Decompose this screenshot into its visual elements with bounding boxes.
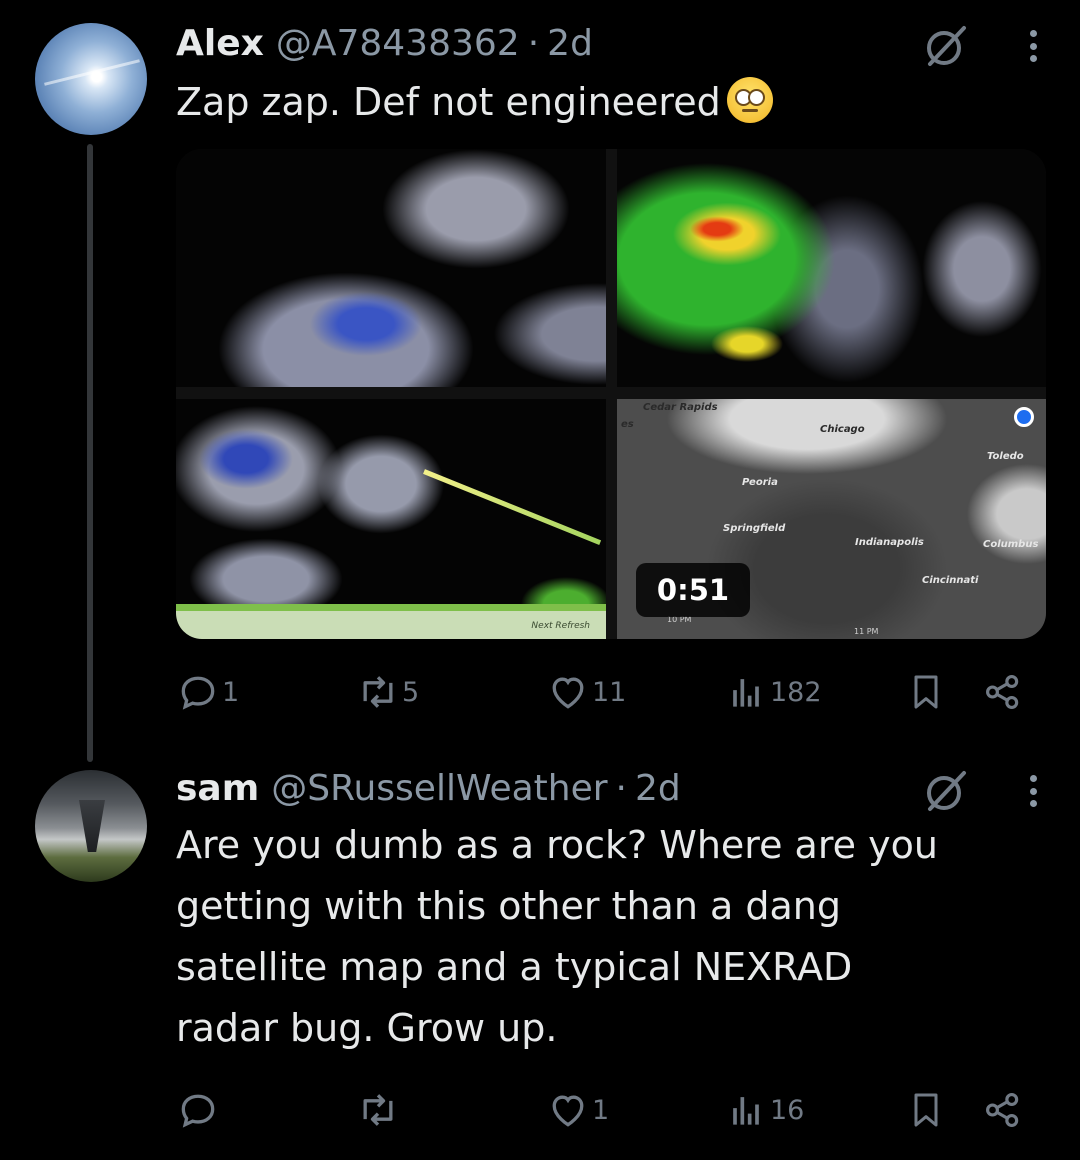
like-button[interactable]: 11: [546, 662, 626, 722]
heart-icon: [552, 677, 584, 709]
location-dot-icon: [1014, 407, 1034, 427]
bookmark-button[interactable]: [906, 662, 946, 722]
post-text-line: Are you dumb as a rock? Where are you: [176, 823, 938, 867]
reply-count: 1: [222, 676, 240, 708]
action-bar: 1 16: [176, 1080, 1036, 1140]
views-button[interactable]: 182: [724, 662, 822, 722]
heart-icon: [552, 1095, 584, 1127]
bookmark-icon: [914, 1093, 938, 1127]
map-label: Indianapolis: [855, 537, 924, 548]
view-count: 16: [770, 1094, 805, 1126]
like-count: 11: [592, 676, 627, 708]
post-header: sam @SRussellWeather · 2d: [176, 763, 1050, 813]
map-label: Columbus: [983, 539, 1039, 550]
rolling-eyes-emoji-icon: [726, 77, 773, 123]
reply-icon: [181, 676, 215, 710]
post: Alex @A78438362 · 2d Zap zap. Def not en…: [176, 18, 1050, 133]
views-icon: [733, 679, 759, 707]
thread-connector: [87, 144, 93, 762]
post: sam @SRussellWeather · 2d Are you dumb a…: [176, 763, 1050, 1059]
more-options-icon[interactable]: [1026, 771, 1040, 811]
bookmark-button[interactable]: [906, 1080, 946, 1140]
avatar[interactable]: [35, 23, 147, 135]
time-label: 11 PM: [854, 627, 879, 636]
repost-count: 5: [402, 676, 420, 708]
repost-icon: [363, 676, 393, 708]
media-grid: Next Refresh es Cedar Rapids Chicago Tol…: [176, 149, 1046, 639]
reply-button[interactable]: [176, 1080, 222, 1140]
post-header: Alex @A78438362 · 2d: [176, 18, 1050, 68]
post-text-line: getting with this other than a dang: [176, 884, 841, 928]
post-text: Zap zap. Def not engineered: [176, 72, 1050, 133]
separator: ·: [527, 22, 540, 64]
author-name[interactable]: Alex: [176, 23, 264, 64]
map-label: Peoria: [742, 477, 778, 488]
post-text-line: satellite map and a typical NEXRAD: [176, 945, 853, 989]
post-text: Are you dumb as a rock? Where are you ge…: [176, 815, 1050, 1059]
video-duration-badge: 0:51: [636, 563, 750, 617]
map-label: Springfield: [723, 523, 786, 534]
author-handle[interactable]: @SRussellWeather: [271, 768, 607, 809]
avatar[interactable]: [35, 770, 147, 882]
share-button[interactable]: [982, 662, 1024, 722]
grok-icon[interactable]: [922, 22, 970, 70]
media-image-2[interactable]: [617, 149, 1046, 387]
map-label: Toledo: [987, 451, 1024, 462]
radar-caption: Next Refresh: [531, 621, 590, 631]
views-button[interactable]: 16: [724, 1080, 804, 1140]
repost-icon: [363, 1094, 393, 1126]
map-label: Cedar Rapids: [643, 402, 718, 413]
reply-icon: [181, 1094, 215, 1128]
share-icon: [986, 1093, 1019, 1127]
separator: ·: [615, 767, 627, 809]
media-image-1[interactable]: [176, 149, 606, 387]
author-handle[interactable]: @A78438362: [276, 23, 520, 64]
like-count: 1: [592, 1094, 610, 1126]
map-label: Chicago: [820, 424, 865, 435]
repost-button[interactable]: [356, 1080, 402, 1140]
share-icon: [986, 675, 1019, 709]
timestamp[interactable]: 2d: [635, 768, 681, 809]
view-count: 182: [770, 676, 822, 708]
map-label: Cincinnati: [922, 575, 979, 586]
more-options-icon[interactable]: [1026, 26, 1040, 66]
media-image-3[interactable]: Next Refresh: [176, 399, 606, 639]
grok-icon[interactable]: [922, 767, 970, 815]
reply-button[interactable]: 1: [176, 662, 239, 722]
views-icon: [733, 1097, 759, 1125]
like-button[interactable]: 1: [546, 1080, 609, 1140]
action-bar: 1 5 11 182: [176, 662, 1036, 722]
bookmark-icon: [914, 675, 938, 709]
share-button[interactable]: [982, 1080, 1024, 1140]
repost-button[interactable]: 5: [356, 662, 419, 722]
author-name[interactable]: sam: [176, 768, 259, 809]
radar-streak: [423, 469, 602, 545]
post-text-line: radar bug. Grow up.: [176, 1006, 558, 1050]
map-label: es: [621, 419, 634, 430]
timestamp[interactable]: 2d: [547, 23, 593, 64]
